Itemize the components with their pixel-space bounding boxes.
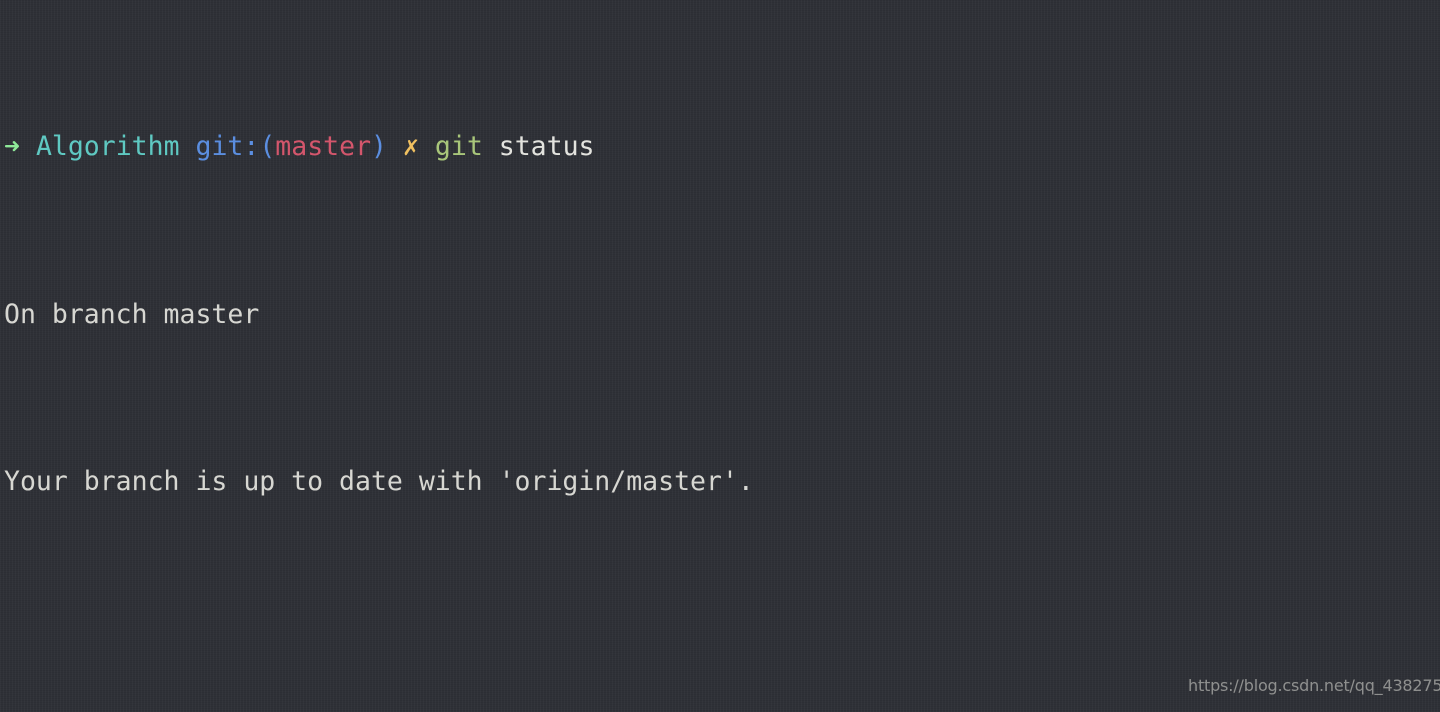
prompt-line: ➜ Algorithm git:(master) ✗ git status xyxy=(4,126,1440,168)
command-name: git xyxy=(434,131,483,163)
csdn-watermark: https://blog.csdn.net/qq_43827595 xyxy=(1188,676,1440,695)
terminal-screen[interactable]: ➜ Algorithm git:(master) ✗ git status On… xyxy=(4,1,1440,712)
prompt-space-4 xyxy=(419,131,435,162)
dirty-status-icon: ✗ xyxy=(402,131,419,163)
prompt-space-1 xyxy=(20,131,36,162)
tracking-line: Your branch is up to date with 'origin/m… xyxy=(4,465,754,497)
prompt-arrow-icon: ➜ xyxy=(4,131,20,163)
prompt-git-label: git: xyxy=(195,131,260,163)
prompt-paren-open: ( xyxy=(259,131,276,163)
prompt-space-3 xyxy=(387,131,403,162)
prompt-branch-name: master xyxy=(275,131,372,163)
command-arguments: status xyxy=(498,131,595,163)
branch-line: On branch master xyxy=(4,298,260,330)
prompt-space-2 xyxy=(180,131,196,162)
prompt-paren-close: ) xyxy=(371,131,387,163)
prompt-directory: Algorithm xyxy=(35,131,180,163)
prompt-space-5 xyxy=(483,131,499,162)
terminal-window: ➜ Algorithm git:(master) ✗ git status On… xyxy=(0,0,1440,712)
